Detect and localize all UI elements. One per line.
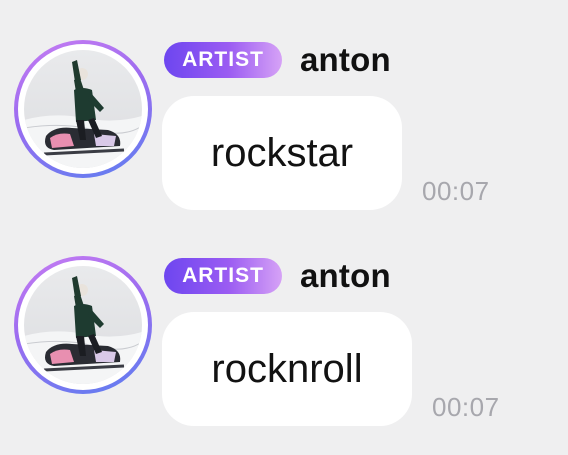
message-header: ARTIST anton: [164, 256, 391, 296]
artist-badge: ARTIST: [164, 258, 282, 294]
avatar-photo: [24, 266, 142, 384]
chat-message: ARTIST anton rocknroll 00:07: [0, 0, 568, 426]
username[interactable]: anton: [300, 257, 391, 295]
avatar[interactable]: [14, 256, 152, 394]
message-bubble[interactable]: rocknroll: [162, 312, 412, 426]
message-timestamp: 00:07: [432, 392, 500, 422]
